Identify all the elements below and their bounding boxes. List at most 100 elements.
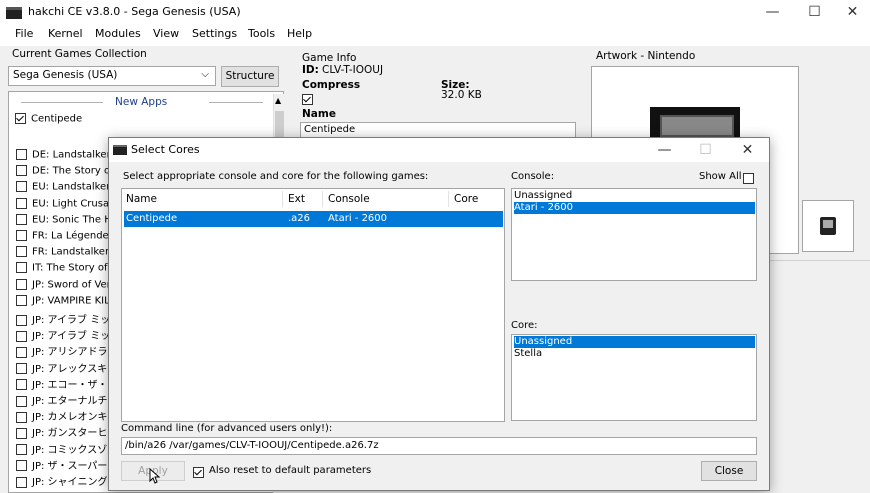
list-item[interactable]: Unassigned (514, 190, 572, 201)
list-item[interactable]: JP: シャイニング・フ (16, 473, 112, 489)
select-cores-dialog: Select Cores — ☐ ✕ Select appropriate co… (108, 137, 770, 491)
dialog-close-button[interactable]: ✕ (725, 138, 770, 162)
close-dialog-button[interactable]: Close (701, 461, 757, 481)
checkbox[interactable] (16, 181, 27, 193)
list-item[interactable]: Centipede (15, 113, 115, 129)
list-item[interactable]: JP: カメレオンキッド (16, 408, 112, 424)
checkbox[interactable] (16, 411, 27, 423)
core-list[interactable]: Unassigned Stella (511, 334, 757, 421)
console-list[interactable]: Unassigned Atari - 2600 (511, 188, 757, 281)
dialog-minimize-button[interactable]: — (642, 138, 687, 162)
minimize-button[interactable]: — (750, 0, 795, 24)
list-item-label: DE: The Story of T (32, 165, 112, 177)
checkbox[interactable] (15, 113, 26, 124)
new-apps-header: New Apps (115, 96, 168, 108)
games-table[interactable]: Name Ext Console Core Centipede .a26 Ata… (121, 188, 505, 422)
name-input[interactable]: Centipede (300, 122, 576, 138)
checkbox[interactable] (16, 294, 27, 306)
list-item[interactable]: Unassigned (514, 336, 755, 348)
menu-file[interactable]: File (15, 27, 33, 40)
list-item[interactable]: FR: La Légende d (16, 230, 112, 246)
name-label: Name (302, 108, 336, 120)
list-item[interactable]: DE: Landstalker (16, 149, 112, 165)
dialog-maximize-button[interactable]: ☐ (683, 138, 728, 162)
checkbox[interactable] (16, 460, 27, 472)
checkbox[interactable] (16, 395, 27, 407)
checkbox[interactable] (16, 197, 27, 209)
checkbox[interactable] (193, 466, 204, 478)
checkbox[interactable] (16, 230, 27, 241)
list-item-label: DE: Landstalker (32, 149, 111, 161)
list-item-label: JP: エターナルチャン (32, 396, 112, 407)
list-item-label: JP: ガンスターヒーロ (32, 428, 112, 440)
list-item[interactable]: IT: The Story of Th (16, 262, 112, 278)
menu-bar: File Kernel Modules View Settings Tools … (0, 24, 870, 46)
list-item[interactable]: JP: VAMPIRE KIL (16, 294, 112, 311)
list-item[interactable]: JP: ザ・スーパー忍 (16, 457, 112, 473)
checkbox[interactable] (16, 165, 27, 177)
list-item[interactable]: JP: ガンスターヒーロ (16, 424, 112, 440)
list-item[interactable]: Atari - 2600 (514, 202, 755, 214)
reset-checkbox[interactable] (193, 465, 204, 478)
list-item[interactable]: EU: Sonic The He (16, 213, 112, 230)
cmdline-input[interactable]: /bin/a26 /var/games/CLV-T-IOOUJ/Centiped… (121, 437, 757, 455)
checkbox[interactable] (16, 346, 27, 358)
checkbox[interactable] (16, 363, 27, 375)
close-button[interactable]: ✕ (830, 0, 870, 24)
checkbox[interactable] (16, 330, 27, 342)
divider (209, 102, 263, 103)
cartridge-icon (650, 107, 740, 141)
checkbox[interactable] (16, 262, 27, 274)
column-header-console[interactable]: Console (328, 193, 370, 205)
checkbox[interactable] (16, 213, 27, 225)
dialog-title: Select Cores (131, 143, 200, 156)
checkbox[interactable] (16, 314, 27, 326)
artwork-thumbnail[interactable] (802, 200, 854, 252)
menu-modules[interactable]: Modules (95, 27, 141, 40)
list-item[interactable]: JP: アイラブ ミッキー (16, 311, 112, 327)
app-icon (113, 145, 127, 155)
checkbox[interactable] (16, 476, 27, 488)
reset-label: Also reset to default parameters (209, 465, 372, 476)
list-item[interactable]: JP: エターナルチャン (16, 392, 112, 408)
checkbox[interactable] (16, 149, 27, 160)
checkbox[interactable] (16, 444, 27, 456)
list-item[interactable]: FR: Landstalker (16, 246, 112, 262)
show-all-checkbox[interactable] (743, 171, 754, 184)
column-header-ext[interactable]: Ext (288, 193, 305, 205)
list-item[interactable]: EU: Light Crusade (16, 197, 112, 214)
dialog-title-bar: Select Cores — ☐ ✕ (109, 138, 769, 162)
list-item[interactable]: EU: Landstalker (16, 181, 112, 197)
menu-help[interactable]: Help (287, 27, 312, 40)
checkbox[interactable] (743, 172, 754, 184)
compress-checkbox[interactable] (302, 92, 313, 105)
list-item[interactable]: JP: コミックスゾーン (16, 441, 112, 457)
list-item[interactable]: Stella (514, 348, 542, 359)
checkbox[interactable] (16, 246, 27, 258)
list-item-label: JP: カメレオンキッド (32, 412, 112, 424)
column-header-name[interactable]: Name (126, 193, 157, 205)
list-item[interactable]: JP: エコー・ザ・ドル (16, 376, 112, 392)
menu-kernel[interactable]: Kernel (48, 27, 83, 40)
list-item[interactable]: JP: アイラブ ミッキー (16, 327, 112, 343)
checkbox[interactable] (16, 278, 27, 290)
menu-view[interactable]: View (153, 27, 179, 40)
checkbox[interactable] (16, 379, 27, 391)
checkbox[interactable] (16, 427, 27, 439)
structure-button[interactable]: Structure (221, 66, 279, 87)
table-row[interactable]: Centipede .a26 Atari - 2600 (124, 211, 503, 227)
title-bar: hakchi CE v3.8.0 - Sega Genesis (USA) — … (0, 0, 870, 24)
list-item-label: JP: アリシアドラグー (32, 347, 112, 359)
list-item[interactable]: JP: アリシアドラグー (16, 343, 112, 359)
column-header-core[interactable]: Core (454, 193, 478, 205)
menu-settings[interactable]: Settings (192, 27, 237, 40)
chevron-up-icon[interactable]: ▲ (275, 96, 281, 105)
collection-label: Current Games Collection (12, 48, 147, 60)
list-item[interactable]: JP: アレックスキッド (16, 360, 112, 376)
checkbox[interactable] (302, 93, 313, 105)
menu-tools[interactable]: Tools (248, 27, 275, 40)
collection-select[interactable]: Sega Genesis (USA) ⌵ (8, 66, 216, 86)
list-item[interactable]: JP: Sword of Verm (16, 278, 112, 295)
list-item-label: JP: VAMPIRE KIL (32, 295, 110, 307)
list-item[interactable]: DE: The Story of T (16, 165, 112, 181)
